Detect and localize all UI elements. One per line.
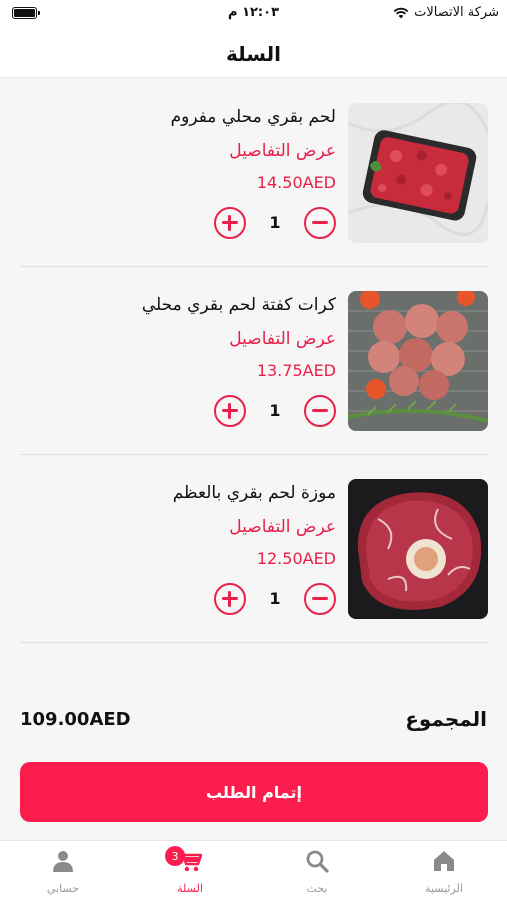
product-image[interactable] — [348, 103, 488, 243]
carrier-name: شركة الاتصالات — [414, 5, 499, 20]
quantity-value: 1 — [269, 213, 281, 232]
quantity-stepper: 1 — [214, 395, 336, 429]
decrease-quantity-button[interactable] — [304, 207, 336, 239]
increase-quantity-button[interactable] — [214, 395, 246, 427]
cart-count-badge: 3 — [165, 846, 185, 866]
view-details-link[interactable]: عرض التفاصيل — [229, 329, 336, 349]
tab-label: السلة — [177, 882, 203, 895]
total-label: المجموع — [405, 707, 487, 731]
status-bar: ١٢:٠٣ م شركة الاتصالات — [0, 0, 507, 30]
product-name: موزة لحم بقري بالعظم — [172, 483, 336, 503]
search-icon — [306, 850, 329, 873]
tab-search[interactable]: بحث — [254, 841, 380, 900]
kofta-balls-image — [348, 291, 488, 431]
product-price: 12.50AED — [256, 549, 336, 568]
minced-beef-image — [348, 103, 488, 243]
page-title: السلة — [225, 41, 281, 66]
cart-item: موزة لحم بقري بالعظم عرض التفاصيل 12.50A… — [20, 455, 488, 643]
product-price: 13.75AED — [256, 361, 336, 380]
increase-quantity-button[interactable] — [214, 583, 246, 615]
tab-label: الرئيسية — [425, 882, 463, 895]
product-image[interactable] — [348, 291, 488, 431]
decrease-quantity-button[interactable] — [304, 395, 336, 427]
cart-item: كرات كفتة لحم بقري محلي عرض التفاصيل 13.… — [20, 267, 488, 455]
tab-label: حسابي — [46, 882, 80, 895]
product-price: 14.50AED — [256, 173, 336, 192]
beef-shank-image — [348, 479, 488, 619]
home-icon — [434, 851, 454, 871]
quantity-value: 1 — [269, 589, 281, 608]
quantity-value: 1 — [269, 401, 281, 420]
quantity-stepper: 1 — [214, 583, 336, 617]
decrease-quantity-button[interactable] — [304, 583, 336, 615]
wifi-icon — [393, 7, 409, 18]
tab-account[interactable]: حسابي — [0, 841, 126, 900]
bottom-tab-bar: حسابي 3 السلة بحث الرئيسية — [0, 840, 507, 900]
product-image[interactable] — [348, 479, 488, 619]
product-name: لحم بقري محلي مفروم — [170, 107, 336, 127]
increase-quantity-button[interactable] — [214, 207, 246, 239]
quantity-stepper: 1 — [214, 207, 336, 241]
view-details-link[interactable]: عرض التفاصيل — [229, 517, 336, 537]
tab-home[interactable]: الرئيسية — [381, 841, 507, 900]
total-value: 109.00AED — [20, 709, 131, 730]
checkout-button[interactable]: إتمام الطلب — [20, 762, 488, 822]
user-icon — [53, 851, 73, 872]
header: السلة — [0, 30, 507, 78]
tab-label: بحث — [306, 882, 328, 895]
view-details-link[interactable]: عرض التفاصيل — [229, 141, 336, 161]
product-name: كرات كفتة لحم بقري محلي — [141, 295, 336, 315]
cart-item: لحم بقري محلي مفروم عرض التفاصيل 14.50AE… — [20, 79, 488, 267]
status-carrier: شركة الاتصالات — [393, 5, 499, 20]
tab-cart[interactable]: 3 السلة — [127, 841, 253, 900]
